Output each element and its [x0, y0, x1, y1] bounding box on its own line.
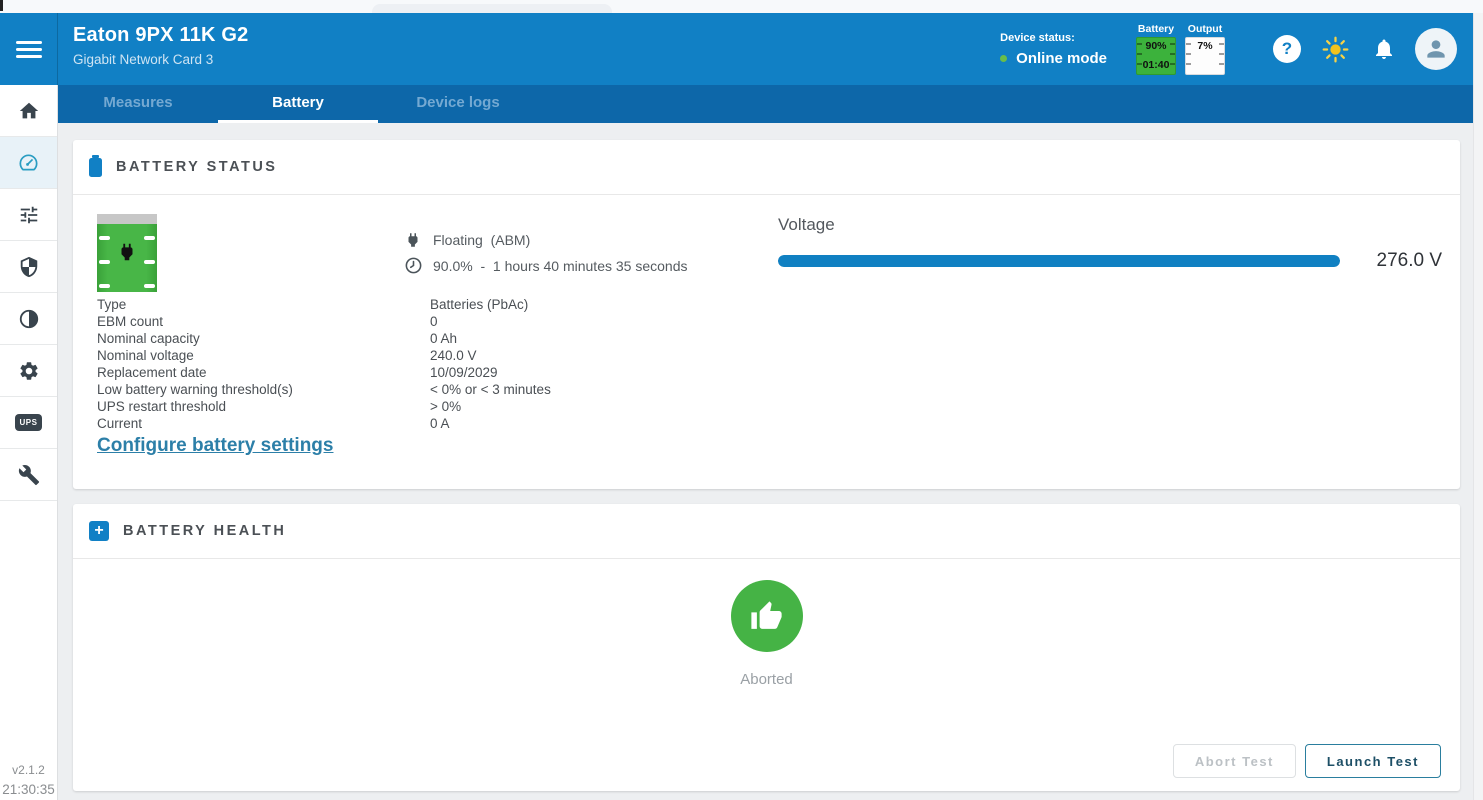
device-title-block: Eaton 9PX 11K G2 Gigabit Network Card 3 — [73, 24, 249, 67]
contrast-icon — [18, 308, 40, 330]
app-header: Eaton 9PX 11K G2 Gigabit Network Card 3 … — [0, 13, 1473, 85]
sidebar-footer: v2.1.2 21:30:35 — [0, 763, 57, 797]
sidebar-item-system-settings[interactable] — [0, 345, 57, 397]
header-right-cluster: Device status: Online mode Battery 90% 0… — [1000, 13, 1457, 85]
battery-percent: 90% — [1137, 40, 1175, 53]
user-avatar-icon[interactable] — [1415, 28, 1457, 70]
detail-row: TypeBatteries (PbAc) — [97, 296, 551, 313]
battery-gauge-box: 90% 01:40 — [1136, 37, 1176, 75]
battery-mode-text: Floating (ABM) — [433, 232, 530, 248]
battery-charge-text: 90.0% - 1 hours 40 minutes 35 seconds — [433, 258, 687, 274]
online-status-dot — [1000, 55, 1007, 62]
health-result-badge — [731, 580, 803, 652]
sidebar-item-contrast[interactable] — [0, 293, 57, 345]
hamburger-icon — [16, 37, 42, 62]
output-gauge: Output 7% — [1184, 23, 1226, 75]
battery-gauge-label: Battery — [1135, 23, 1177, 35]
detail-row: EBM count0 — [97, 313, 551, 330]
help-icon[interactable]: ? — [1273, 35, 1301, 63]
theme-sun-icon[interactable] — [1322, 36, 1349, 63]
sidebar-item-settings-levels[interactable] — [0, 189, 57, 241]
shield-icon — [18, 256, 40, 278]
wrench-icon — [18, 464, 40, 486]
battery-health-header: + BATTERY HEALTH — [73, 504, 1460, 559]
battery-status-header: BATTERY STATUS — [73, 140, 1460, 195]
battery-section-icon — [89, 158, 102, 177]
gear-icon — [18, 360, 40, 382]
battery-gauge: Battery 90% 01:40 — [1135, 23, 1177, 75]
thumbs-up-icon — [750, 600, 783, 633]
sidebar-nav: UPS v2.1.2 21:30:35 — [0, 85, 58, 800]
power-plug-icon — [403, 231, 423, 249]
voltage-value: 276.0 V — [1340, 250, 1442, 272]
home-icon — [18, 100, 40, 122]
output-gauge-label: Output — [1184, 23, 1226, 35]
page-subtitle: Gigabit Network Card 3 — [73, 52, 249, 67]
detail-row: Low battery warning threshold(s)< 0% or … — [97, 381, 551, 398]
battery-status-body: Floating (ABM) 90.0% - 1 hours 40 minute… — [73, 195, 1460, 489]
detail-row: Nominal capacity0 Ah — [97, 330, 551, 347]
scrollbar[interactable] — [1473, 13, 1483, 800]
sidebar-item-home[interactable] — [0, 85, 57, 137]
health-plus-icon: + — [89, 521, 109, 541]
browser-tab-remnant — [372, 4, 612, 13]
sidebar-item-dashboard[interactable] — [0, 137, 57, 189]
abort-test-button[interactable]: Abort Test — [1173, 744, 1296, 778]
sliders-icon — [18, 204, 40, 226]
tab-bar: Measures Battery Device logs — [58, 85, 1473, 123]
battery-mode-block: Floating (ABM) 90.0% - 1 hours 40 minute… — [403, 231, 687, 282]
notifications-bell-icon[interactable] — [1372, 37, 1396, 61]
configure-battery-settings-link[interactable]: Configure battery settings — [97, 435, 333, 457]
device-status-value: Online mode — [1016, 50, 1107, 67]
browser-chrome-strip — [0, 0, 1483, 13]
tab-measures[interactable]: Measures — [58, 85, 218, 123]
edge-artifact — [0, 0, 3, 11]
sidebar-item-maintenance[interactable] — [0, 449, 57, 501]
battery-status-card: BATTERY STATUS Floati — [73, 140, 1460, 489]
battery-health-title: BATTERY HEALTH — [123, 523, 286, 539]
tab-battery[interactable]: Battery — [218, 85, 378, 123]
ups-icon: UPS — [15, 414, 42, 431]
clock-icon — [403, 256, 423, 275]
launch-test-button[interactable]: Launch Test — [1305, 744, 1441, 778]
firmware-version: v2.1.2 — [0, 763, 57, 777]
battery-charge-graphic — [97, 214, 157, 292]
voltage-block: Voltage 276.0 V — [778, 215, 1442, 272]
battery-graphic-empty-segment — [97, 214, 157, 224]
voltage-label: Voltage — [778, 215, 1442, 235]
detail-row: Nominal voltage240.0 V — [97, 347, 551, 364]
battery-time: 01:40 — [1137, 59, 1175, 72]
plug-icon — [116, 240, 138, 264]
battery-graphic-charged-segment — [97, 224, 157, 292]
output-percent: 7% — [1186, 40, 1224, 53]
sidebar-item-protection[interactable] — [0, 241, 57, 293]
battery-details-list: TypeBatteries (PbAc) EBM count0 Nominal … — [97, 296, 551, 432]
main-content: BATTERY STATUS Floati — [58, 123, 1473, 800]
menu-button[interactable] — [0, 13, 58, 85]
voltage-progress-track — [778, 255, 1340, 267]
health-status-text: Aborted — [73, 671, 1460, 688]
battery-status-title: BATTERY STATUS — [116, 159, 277, 175]
device-status: Device status: Online mode — [1000, 32, 1107, 67]
output-gauge-box: 7% — [1185, 37, 1225, 75]
detail-row: UPS restart threshold> 0% — [97, 398, 551, 415]
tab-device-logs[interactable]: Device logs — [378, 85, 538, 123]
detail-row: Replacement date10/09/2029 — [97, 364, 551, 381]
battery-health-card: + BATTERY HEALTH Aborted Abort Test Laun… — [73, 504, 1460, 791]
clock-time: 21:30:35 — [0, 782, 57, 797]
battery-health-body: Aborted Abort Test Launch Test — [73, 559, 1460, 791]
detail-row: Current0 A — [97, 415, 551, 432]
gauge-icon — [17, 151, 40, 174]
sidebar-item-ups[interactable]: UPS — [0, 397, 57, 449]
device-status-label: Device status: — [1000, 32, 1107, 44]
voltage-progress-fill — [778, 255, 1340, 267]
page-title: Eaton 9PX 11K G2 — [73, 24, 249, 47]
